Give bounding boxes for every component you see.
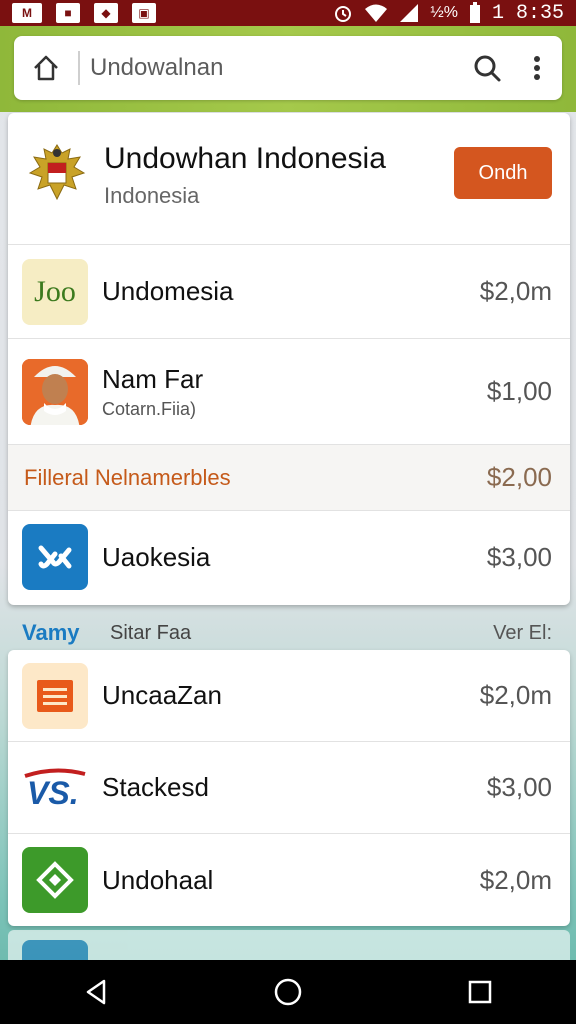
link-app-icon — [22, 524, 88, 590]
image-icon: ▣ — [132, 3, 156, 23]
list-item-price: $3,00 — [486, 541, 552, 572]
list-item-name: Nam Far — [102, 363, 204, 394]
camera-icon: ■ — [56, 3, 80, 23]
page-subtitle: Indonesia — [104, 183, 200, 208]
navigation-bar — [0, 960, 576, 1024]
app-header: Undowhan Indonesia Indonesia Ondh — [8, 113, 570, 245]
search-icon[interactable] — [462, 36, 512, 100]
list-item-price: $2,0m — [479, 276, 552, 306]
list-item-price: $2,0m — [479, 680, 552, 710]
filter-price: $2,00 — [486, 462, 552, 492]
more-vert-icon[interactable] — [512, 36, 562, 100]
list-item-price: $3,00 — [486, 772, 552, 802]
list-item[interactable]: Uaokesia $3,00 — [8, 511, 570, 603]
vs-logo-icon: VS. — [22, 754, 88, 821]
wifi-icon — [365, 4, 388, 22]
list-item-text: Undohaal — [102, 865, 480, 896]
search-input[interactable] — [80, 36, 462, 100]
list-item-name: Undomesia — [102, 276, 234, 306]
diamond-app-icon — [22, 847, 88, 913]
list-item-name: Undohaal — [102, 864, 214, 895]
home-circle-icon[interactable] — [258, 960, 318, 1024]
status-bar: M ■ ◆ ▣ ½% 1 8:35 — [0, 0, 576, 26]
status-notifications: M ■ ◆ ▣ — [12, 3, 156, 23]
battery-label: ½% — [430, 4, 458, 21]
filter-row[interactable]: Filleral Nelnamerbles $2,00 — [8, 445, 570, 511]
list-item[interactable]: UncaaZan $2,0m — [8, 650, 570, 742]
shield-icon: ◆ — [94, 3, 118, 23]
portrait-icon — [22, 358, 88, 425]
signal-icon — [400, 4, 419, 22]
list-item-text: Uaokesia — [102, 542, 487, 573]
list-item[interactable]: VS. Stackesd $3,00 — [8, 742, 570, 834]
top-toolbar — [0, 26, 576, 112]
joo-app-icon: Joo — [22, 258, 88, 325]
list-item-price: $1,00 — [486, 376, 552, 406]
battery-icon — [469, 2, 480, 23]
open-button[interactable]: Ondh — [454, 147, 552, 199]
list-item-price: $2,0m — [479, 864, 552, 895]
main-card: Undowhan Indonesia Indonesia Ondh Joo Un… — [8, 113, 570, 605]
section-brand: Vamy — [22, 620, 80, 645]
list-item[interactable]: Undohaal $2,0m — [8, 834, 570, 926]
status-system: ½% 1 8:35 — [332, 2, 564, 25]
back-icon[interactable] — [66, 960, 126, 1024]
list-item-name: Stackesd — [102, 772, 209, 802]
status-time: 1 8:35 — [491, 1, 564, 25]
header-text: Undowhan Indonesia Indonesia — [104, 139, 454, 209]
document-app-icon — [22, 662, 88, 729]
search-bar — [14, 36, 562, 100]
list-item-text: Nam Far Cotarn.Fiia) — [102, 364, 487, 420]
section-header: Vamy Sitar Faa Ver El: — [8, 612, 570, 654]
home-icon[interactable] — [14, 36, 78, 100]
filter-label: Filleral Nelnamerbles — [24, 464, 231, 490]
alarm-icon — [335, 6, 352, 22]
mail-icon: M — [12, 3, 42, 23]
page-title: Undowhan Indonesia — [104, 142, 386, 175]
garuda-emblem-icon — [24, 139, 90, 205]
svg-text:VS.: VS. — [27, 775, 79, 808]
list-item-text: UncaaZan — [102, 680, 480, 711]
section-title: Sitar Faa — [110, 621, 192, 644]
list-item-name: Uaokesia — [102, 541, 211, 572]
secondary-card: UncaaZan $2,0m VS. Stackesd $3,00 Undoha… — [8, 650, 570, 926]
list-item-name: UncaaZan — [102, 680, 222, 710]
list-item[interactable]: Nam Far Cotarn.Fiia) $1,00 — [8, 339, 570, 445]
list-item-subtitle: Cotarn.Fiia) — [102, 398, 197, 419]
list-item-text: Undomesia — [102, 276, 480, 307]
recents-icon[interactable] — [450, 960, 510, 1024]
list-item-text: Stackesd — [102, 772, 487, 803]
list-item[interactable]: Joo Undomesia $2,0m — [8, 245, 570, 339]
section-view-all-link[interactable]: Ver El: — [493, 622, 552, 645]
